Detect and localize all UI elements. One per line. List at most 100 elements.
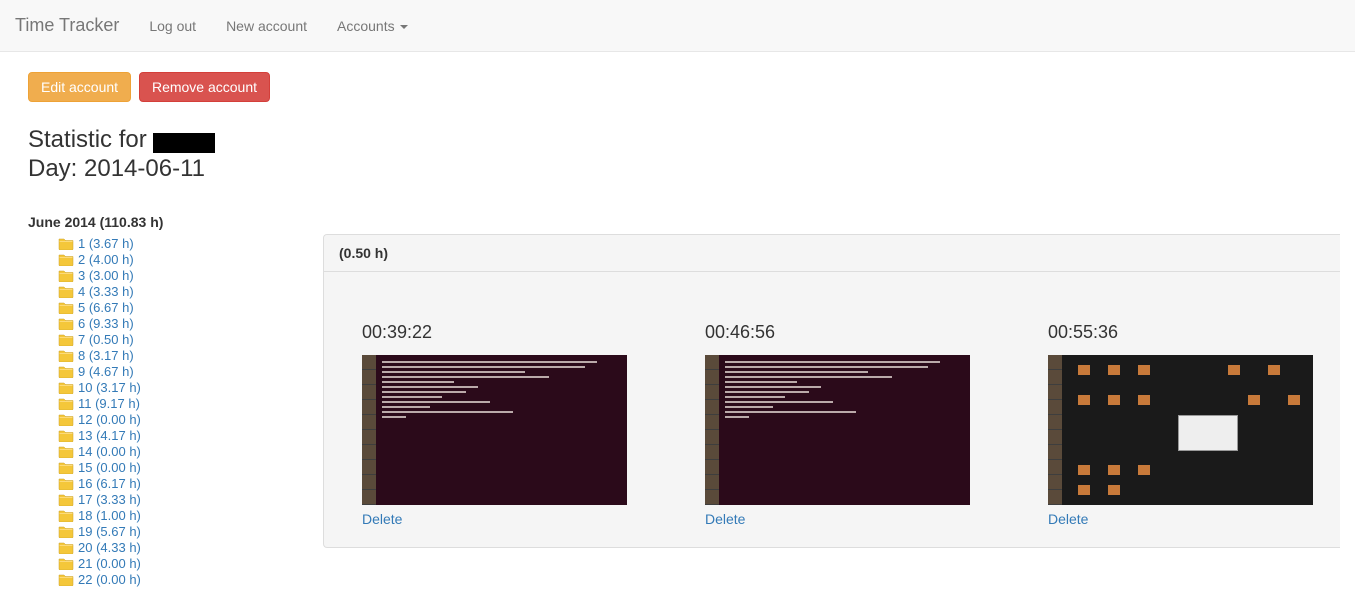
day-item: 16 (6.17 h) [58, 476, 323, 492]
folder-icon [58, 381, 74, 394]
redacted-name [153, 133, 215, 153]
day-link[interactable]: 21 (0.00 h) [78, 556, 141, 572]
day-item: 3 (3.00 h) [58, 268, 323, 284]
folder-icon [58, 557, 74, 570]
folder-icon [58, 397, 74, 410]
day-link[interactable]: 1 (3.67 h) [78, 236, 134, 252]
folder-icon [58, 365, 74, 378]
day-link[interactable]: 16 (6.17 h) [78, 476, 141, 492]
day-link[interactable]: 19 (5.67 h) [78, 524, 141, 540]
screenshot-thumbnail[interactable] [705, 355, 970, 505]
screenshot-time: 00:39:22 [362, 322, 627, 343]
month-header[interactable]: June 2014 (110.83 h) [28, 214, 323, 230]
day-prefix: Day: [28, 155, 84, 182]
folder-icon [58, 525, 74, 538]
sidebar: June 2014 (110.83 h) 1 (3.67 h)2 (4.00 h… [28, 214, 323, 588]
folder-icon [58, 541, 74, 554]
folder-icon [58, 477, 74, 490]
screenshot-time: 00:46:56 [705, 322, 970, 343]
folder-icon [58, 413, 74, 426]
page-heading: Statistic for Day: 2014-06-11 [28, 126, 1340, 184]
day-value: 2014-06-11 [84, 155, 205, 182]
stat-prefix: Statistic for [28, 126, 153, 153]
folder-icon [58, 253, 74, 266]
day-link[interactable]: 11 (9.17 h) [78, 396, 140, 412]
day-item: 12 (0.00 h) [58, 412, 323, 428]
nav-list: Log out New account Accounts [134, 3, 423, 49]
day-link[interactable]: 10 (3.17 h) [78, 380, 141, 396]
day-link[interactable]: 8 (3.17 h) [78, 348, 134, 364]
remove-account-button[interactable]: Remove account [139, 72, 270, 102]
day-tree: 1 (3.67 h)2 (4.00 h)3 (3.00 h)4 (3.33 h)… [28, 236, 323, 588]
day-item: 5 (6.67 h) [58, 300, 323, 316]
day-item: 22 (0.00 h) [58, 572, 323, 588]
folder-icon [58, 301, 74, 314]
brand-link[interactable]: Time Tracker [15, 0, 134, 51]
day-link[interactable]: 9 (4.67 h) [78, 364, 134, 380]
day-link[interactable]: 14 (0.00 h) [78, 444, 141, 460]
screenshot-time: 00:55:36 [1048, 322, 1313, 343]
day-item: 17 (3.33 h) [58, 492, 323, 508]
day-item: 13 (4.17 h) [58, 428, 323, 444]
delete-link[interactable]: Delete [705, 511, 745, 527]
screenshots-panel: (0.50 h) 00:39:22Delete00:46:56Delete00:… [323, 234, 1340, 548]
nav-new-account[interactable]: New account [211, 3, 322, 49]
chevron-down-icon [400, 25, 408, 29]
screenshot-card: 00:55:36 Delete [1048, 322, 1313, 527]
folder-icon [58, 573, 74, 586]
day-item: 14 (0.00 h) [58, 444, 323, 460]
day-link[interactable]: 15 (0.00 h) [78, 460, 141, 476]
delete-link[interactable]: Delete [362, 511, 402, 527]
page-container: Edit account Remove account Statistic fo… [0, 52, 1355, 588]
main: (0.50 h) 00:39:22Delete00:46:56Delete00:… [323, 234, 1340, 548]
folder-icon [58, 493, 74, 506]
day-item: 8 (3.17 h) [58, 348, 323, 364]
day-link[interactable]: 5 (6.67 h) [78, 300, 134, 316]
day-item: 19 (5.67 h) [58, 524, 323, 540]
day-item: 20 (4.33 h) [58, 540, 323, 556]
day-link[interactable]: 18 (1.00 h) [78, 508, 141, 524]
day-item: 9 (4.67 h) [58, 364, 323, 380]
day-item: 10 (3.17 h) [58, 380, 323, 396]
day-link[interactable]: 12 (0.00 h) [78, 412, 141, 428]
screenshot-thumbnail[interactable] [1048, 355, 1313, 505]
day-link[interactable]: 17 (3.33 h) [78, 492, 141, 508]
screenshot-card: 00:46:56 Delete [705, 322, 970, 527]
screenshot-thumbnail[interactable] [362, 355, 627, 505]
day-link[interactable]: 20 (4.33 h) [78, 540, 141, 556]
folder-icon [58, 333, 74, 346]
day-item: 21 (0.00 h) [58, 556, 323, 572]
day-item: 7 (0.50 h) [58, 332, 323, 348]
panel-body: 00:39:22 Delete 00:46:56 Delete 00:55:36 Dele… [324, 272, 1340, 547]
delete-link[interactable]: Delete [1048, 511, 1088, 527]
folder-icon [58, 349, 74, 362]
day-link[interactable]: 2 (4.00 h) [78, 252, 134, 268]
day-item: 2 (4.00 h) [58, 252, 323, 268]
day-link[interactable]: 7 (0.50 h) [78, 332, 134, 348]
day-item: 11 (9.17 h) [58, 396, 323, 412]
day-item: 4 (3.33 h) [58, 284, 323, 300]
action-bar: Edit account Remove account [28, 72, 1340, 102]
day-link[interactable]: 3 (3.00 h) [78, 268, 134, 284]
folder-icon [58, 461, 74, 474]
screenshot-card: 00:39:22 Delete [362, 322, 627, 527]
nav-accounts-dropdown[interactable]: Accounts [322, 3, 423, 49]
day-item: 18 (1.00 h) [58, 508, 323, 524]
day-link[interactable]: 6 (9.33 h) [78, 316, 134, 332]
edit-account-button[interactable]: Edit account [28, 72, 131, 102]
day-link[interactable]: 13 (4.17 h) [78, 428, 141, 444]
nav-logout[interactable]: Log out [134, 3, 211, 49]
layout: June 2014 (110.83 h) 1 (3.67 h)2 (4.00 h… [28, 214, 1340, 588]
folder-icon [58, 509, 74, 522]
folder-icon [58, 269, 74, 282]
day-link[interactable]: 4 (3.33 h) [78, 284, 134, 300]
folder-icon [58, 237, 74, 250]
folder-icon [58, 285, 74, 298]
folder-icon [58, 317, 74, 330]
day-item: 1 (3.67 h) [58, 236, 323, 252]
day-line: Day: 2014-06-11 [28, 155, 1340, 184]
day-item: 15 (0.00 h) [58, 460, 323, 476]
folder-icon [58, 445, 74, 458]
day-link[interactable]: 22 (0.00 h) [78, 572, 141, 588]
panel-header: (0.50 h) [324, 235, 1340, 272]
